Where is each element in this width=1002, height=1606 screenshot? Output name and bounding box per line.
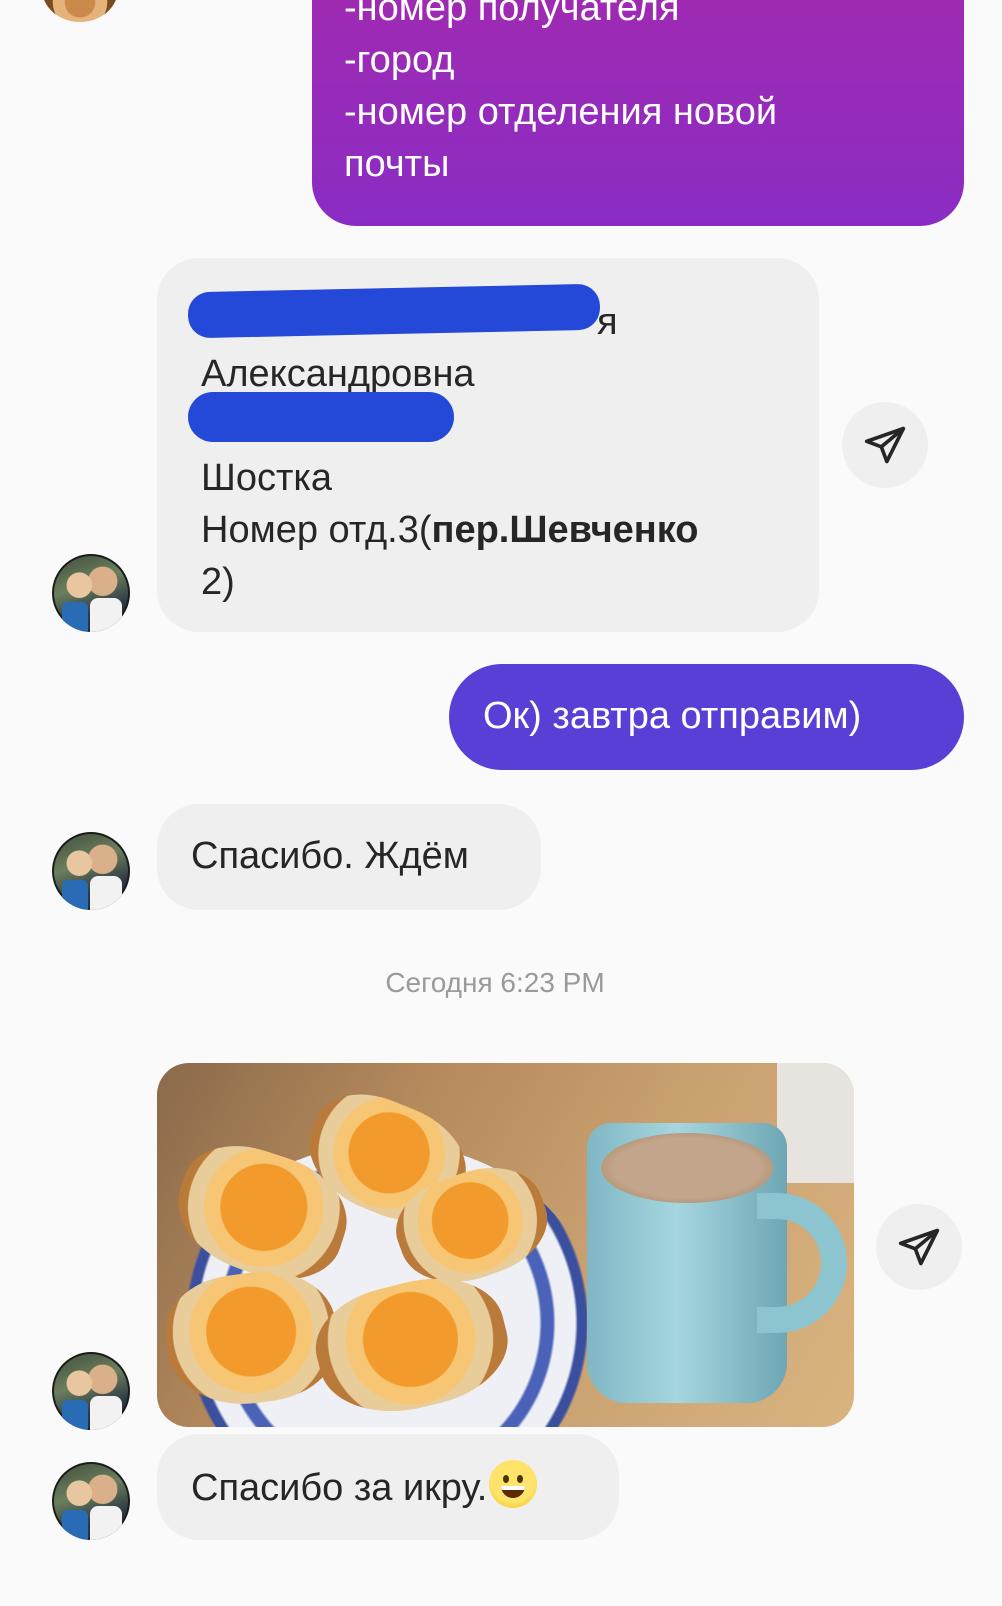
contact-avatar[interactable] xyxy=(52,832,130,910)
message-line: -город xyxy=(344,39,455,81)
outgoing-message-request[interactable]: -номер получателя -город -номер отделени… xyxy=(312,0,964,226)
paper-plane-icon xyxy=(864,426,906,464)
redaction-scribble xyxy=(187,283,601,339)
incoming-photo-message[interactable] xyxy=(157,1063,854,1427)
chat-thread: -номер получателя -город -номер отделени… xyxy=(0,0,1002,1606)
message-line: Шостка xyxy=(201,457,332,499)
message-line: 2) xyxy=(201,561,235,603)
outgoing-message-ok[interactable]: Ок) завтра отправим) xyxy=(449,664,964,770)
message-text-regular: Номер отд.3( xyxy=(201,509,432,551)
contact-avatar[interactable] xyxy=(52,1352,130,1430)
message-text-bold: пер.Шевченко xyxy=(431,509,699,551)
redaction-scribble xyxy=(188,392,454,442)
contact-avatar[interactable] xyxy=(52,1462,130,1540)
message-line: почты xyxy=(344,143,450,185)
message-line: -номер отделения новой xyxy=(344,91,778,133)
share-button[interactable] xyxy=(876,1204,962,1290)
contact-avatar[interactable] xyxy=(52,554,130,632)
grinning-face-emoji-icon xyxy=(489,1460,538,1508)
timestamp-divider: Сегодня 6:23 PM xyxy=(385,967,605,998)
message-line: Номер отд.3(пер.Шевченко xyxy=(201,504,775,556)
message-text-fragment: я xyxy=(597,301,618,343)
message-line: -номер получателя xyxy=(344,0,680,29)
contact-avatar-partial[interactable] xyxy=(42,0,118,22)
incoming-message-thanks[interactable]: Спасибо. Ждём xyxy=(157,804,541,910)
message-text: Спасибо за икру. xyxy=(191,1467,488,1509)
incoming-message-caviar[interactable]: Спасибо за икру. xyxy=(157,1434,619,1540)
share-button[interactable] xyxy=(842,402,928,488)
paper-plane-icon xyxy=(898,1228,940,1266)
